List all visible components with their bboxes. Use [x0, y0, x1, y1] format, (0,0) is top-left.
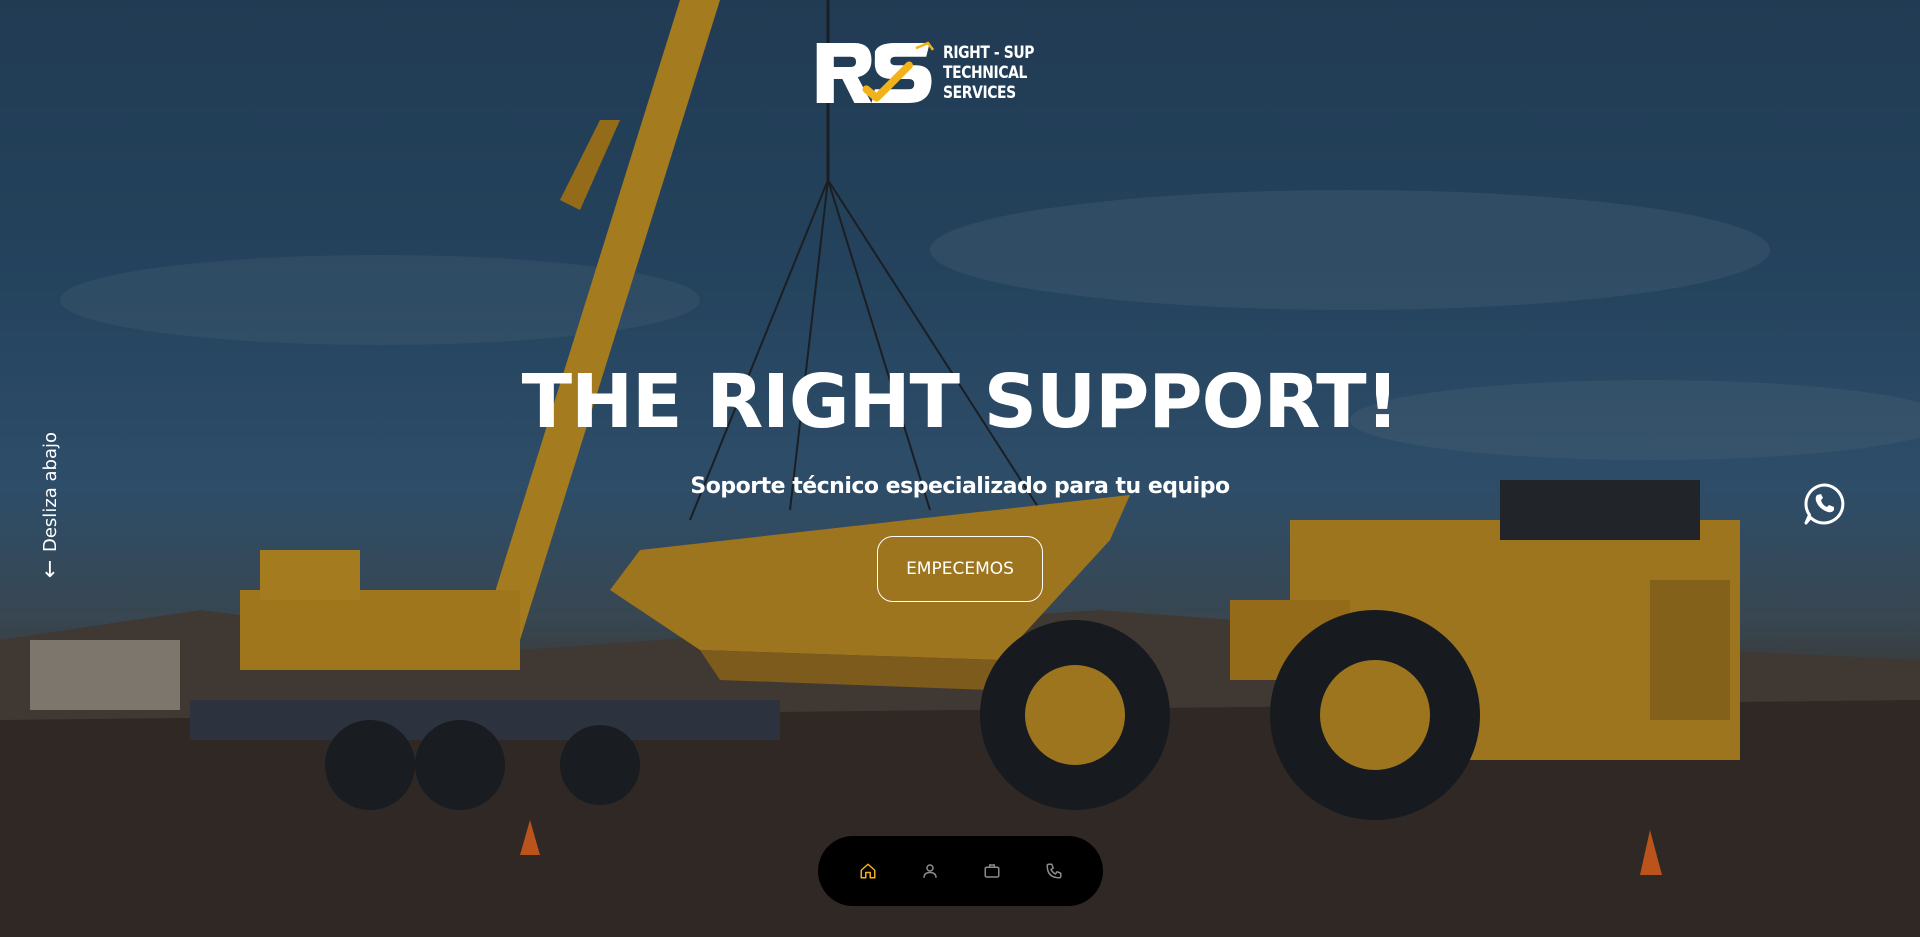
nav-services[interactable] — [980, 859, 1004, 883]
hero-section: RIGHT - SUP TECHNICAL SERVICES THE RIGHT… — [0, 0, 1920, 937]
brand-logo[interactable]: RIGHT - SUP TECHNICAL SERVICES — [815, 34, 1111, 112]
phone-icon — [1046, 863, 1061, 879]
whatsapp-icon — [1804, 483, 1845, 525]
whatsapp-button[interactable] — [1802, 482, 1846, 526]
scroll-hint-label: Desliza abajo — [39, 431, 61, 552]
hero-subtitle: Soporte técnico especializado para tu eq… — [690, 474, 1230, 499]
nav-about[interactable] — [918, 859, 942, 883]
start-button[interactable]: EMPECEMOS — [877, 536, 1043, 602]
scroll-hint[interactable]: Desliza abajo ↓ — [30, 420, 70, 590]
brand-line-2: TECHNICAL SERVICES — [942, 63, 1027, 103]
hero-overlay — [0, 0, 1920, 937]
hero-title: THE RIGHT SUPPORT! — [521, 359, 1400, 445]
nav-home[interactable] — [856, 859, 880, 883]
nav-contact[interactable] — [1042, 859, 1066, 883]
brand-name: RIGHT - SUP TECHNICAL SERVICES — [943, 43, 1081, 103]
bottom-nav — [818, 836, 1103, 906]
user-icon — [922, 864, 937, 878]
rs-logo-icon — [816, 41, 935, 103]
arrow-down-icon: ↓ — [40, 558, 60, 583]
brand-line-1: RIGHT - SUP — [942, 43, 1035, 63]
briefcase-icon — [984, 864, 999, 878]
home-icon — [860, 863, 875, 879]
